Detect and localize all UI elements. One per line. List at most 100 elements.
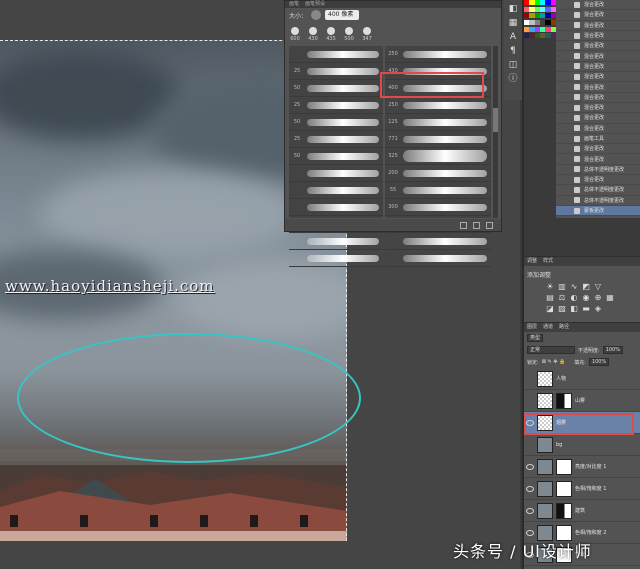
history-item[interactable]: 总体不透明度更改 [556, 196, 640, 206]
brush-stroke-row[interactable]: 325 [385, 148, 491, 165]
brush-stroke-row[interactable]: 300 [385, 199, 491, 216]
brush-tip[interactable]: 500 [343, 27, 355, 42]
info-icon[interactable]: ⓘ [508, 74, 518, 84]
brightness-icon[interactable]: ☀ [546, 283, 554, 291]
brush-size-field[interactable]: 400 像素 [325, 10, 360, 20]
brush-stroke-row[interactable] [289, 46, 383, 63]
brush-stroke-row[interactable] [289, 250, 383, 267]
history-item[interactable]: 混合更改 [556, 175, 640, 186]
tab-adjustments[interactable]: 调整 [527, 257, 537, 266]
history-item[interactable]: 混合更改 [556, 10, 640, 21]
opacity-field[interactable]: 100% [602, 346, 623, 354]
selective-color-icon[interactable]: ◈ [594, 305, 602, 313]
tab-brush[interactable]: 画笔 [289, 1, 299, 8]
layer-mask-thumbnail[interactable] [556, 502, 572, 519]
brush-stroke-row[interactable]: 25 [289, 97, 383, 114]
brush-stroke-row[interactable] [289, 165, 383, 182]
history-item[interactable]: 混合更改 [556, 31, 640, 42]
brush-stroke-row[interactable]: 125 [385, 114, 491, 131]
brush-stroke-row[interactable]: 25 [289, 63, 383, 80]
black-white-icon[interactable]: ◐ [570, 294, 578, 302]
history-item[interactable]: 混合更改 [556, 41, 640, 52]
blend-mode-select[interactable]: 正常 [527, 346, 575, 354]
layer-filter-select[interactable]: 类型 [527, 334, 544, 342]
layer-row[interactable]: bg [524, 434, 640, 456]
lock-icons[interactable]: ⊠ ✎ ✥ 🔒 [542, 359, 566, 365]
brush-tip[interactable]: 435 [325, 27, 337, 42]
eye-icon[interactable] [526, 507, 534, 514]
brush-stroke-row[interactable]: 250 [385, 97, 491, 114]
history-item[interactable]: 混合更改 [556, 21, 640, 31]
vibrance-icon[interactable]: ▽ [594, 283, 602, 291]
history-item[interactable]: 混合更改 [556, 93, 640, 103]
history-item[interactable]: 蒙板更改 [556, 205, 640, 217]
eye-icon[interactable] [526, 376, 534, 382]
swatches-icon[interactable]: ▦ [508, 18, 518, 28]
history-item[interactable]: 混合更改 [556, 124, 640, 134]
brush-tip[interactable]: 347 [361, 27, 373, 42]
hue-saturation-icon[interactable]: ▤ [546, 294, 554, 302]
history-item[interactable]: 混合更改 [556, 113, 640, 124]
invert-icon[interactable]: ◪ [546, 305, 554, 313]
photo-filter-icon[interactable]: ◉ [582, 294, 590, 302]
channel-mixer-icon[interactable]: ⊕ [594, 294, 602, 302]
delete-brush-icon[interactable] [486, 221, 493, 229]
layer-row[interactable]: 色相/饱和度 1 [524, 478, 640, 500]
exposure-icon[interactable]: ◩ [582, 283, 590, 291]
layer-row[interactable]: 山雾 [524, 390, 640, 412]
history-item[interactable]: 混合更改 [556, 144, 640, 155]
brush-stroke-row[interactable]: 50 [289, 148, 383, 165]
layer-mask-thumbnail[interactable] [556, 480, 572, 497]
tab-brush-presets[interactable]: 画笔预设 [305, 1, 325, 8]
tab-layers[interactable]: 图层 [527, 323, 537, 332]
history-item[interactable]: 画笔工具 [556, 134, 640, 145]
eye-icon[interactable] [526, 529, 534, 536]
brush-size-slider[interactable] [311, 10, 322, 20]
character-icon[interactable]: A [508, 32, 518, 42]
levels-icon[interactable]: ▥ [558, 283, 566, 291]
fill-field[interactable]: 100% [588, 358, 610, 366]
brush-stroke-row[interactable] [289, 233, 383, 250]
history-item[interactable]: 混合更改 [556, 51, 640, 62]
eye-icon[interactable] [526, 485, 534, 492]
new-brush-icon[interactable] [473, 221, 480, 229]
history-item[interactable]: 混合更改 [556, 154, 640, 165]
brush-stroke-row[interactable] [385, 250, 491, 267]
history-item[interactable]: 混合更改 [556, 82, 640, 93]
layer-comps-icon[interactable]: ◫ [508, 60, 518, 70]
color-icon[interactable]: ◧ [508, 4, 518, 14]
brush-tip[interactable]: 430 [307, 27, 319, 42]
toggle-brush-panel-icon[interactable] [460, 221, 467, 229]
history-item[interactable]: 总体不透明度更改 [556, 185, 640, 196]
brush-stroke-row[interactable] [289, 199, 383, 216]
brush-stroke-row[interactable]: 55 [385, 182, 491, 199]
layer-mask-thumbnail[interactable] [556, 392, 572, 409]
curves-icon[interactable]: ∿ [570, 283, 578, 291]
brush-stroke-row[interactable]: 25 [289, 131, 383, 148]
history-item[interactable]: 混合更改 [556, 103, 640, 114]
brush-stroke-row[interactable]: 771 [385, 131, 491, 148]
tab-styles[interactable]: 样式 [543, 257, 553, 266]
layer-row[interactable]: 亮度/对比度 1 [524, 456, 640, 478]
eye-icon[interactable] [526, 398, 534, 404]
layer-row[interactable]: 人物 [524, 368, 640, 390]
layer-mask-thumbnail[interactable] [556, 458, 572, 475]
history-item[interactable]: 混合更改 [556, 0, 640, 11]
tab-channels[interactable]: 通道 [543, 323, 553, 332]
scrollbar-thumb[interactable] [493, 108, 498, 132]
brush-stroke-row[interactable] [289, 182, 383, 199]
gradient-map-icon[interactable]: ▬ [582, 305, 590, 313]
eye-icon[interactable] [526, 463, 534, 470]
layer-row[interactable]: 建筑 [524, 500, 640, 522]
color-lookup-icon[interactable]: ▦ [606, 294, 614, 302]
brush-stroke-row[interactable]: 250 [385, 46, 491, 63]
color-balance-icon[interactable]: ⚖ [558, 294, 566, 302]
brush-list-scrollbar[interactable] [493, 46, 498, 218]
posterize-icon[interactable]: ▨ [558, 305, 566, 313]
brush-stroke-row[interactable]: 200 [385, 165, 491, 182]
history-item[interactable]: 总体不透明度更改 [556, 165, 640, 176]
eye-icon[interactable] [526, 442, 534, 448]
swatches-grid[interactable] [524, 0, 556, 40]
brush-stroke-row[interactable] [385, 233, 491, 250]
brush-tip[interactable]: 600 [289, 27, 301, 42]
